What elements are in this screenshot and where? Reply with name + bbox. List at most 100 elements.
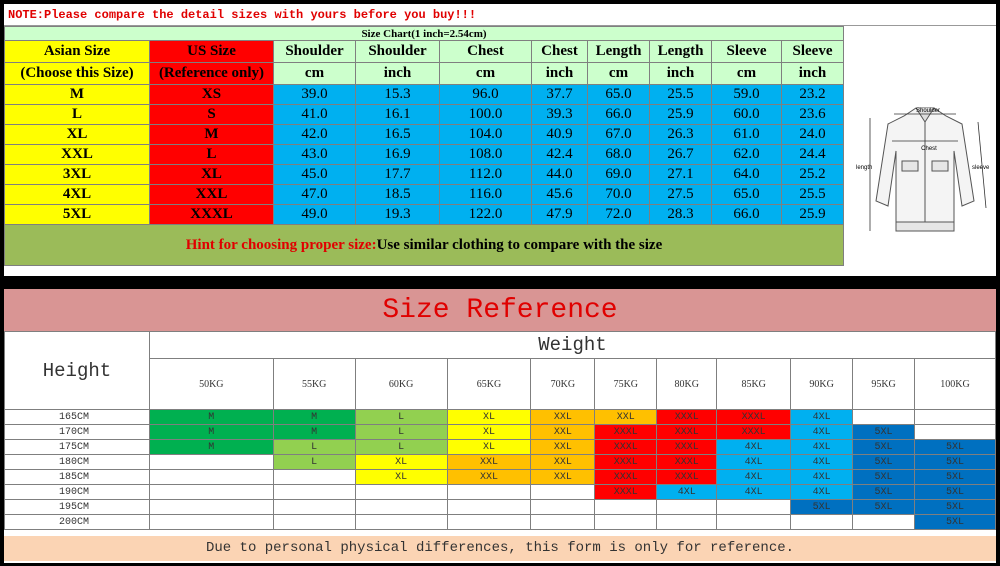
measure-value: 15.3: [355, 84, 440, 105]
measure-value: 25.9: [781, 204, 844, 225]
asian-size-subheader: (Choose this Size): [4, 62, 150, 85]
size-recommendation-cell: 5XL: [852, 469, 916, 485]
measure-value: 116.0: [439, 184, 532, 205]
us-size-header: US Size: [149, 40, 274, 63]
reference-row: 195CM 5XL 5XL 5XL: [4, 499, 996, 515]
size-chart-table: Size Chart(1 inch=2.54cm) Asian Size US Si…: [4, 26, 844, 266]
asian-size-cell: 3XL: [4, 164, 150, 185]
us-size-cell: XXL: [149, 184, 274, 205]
measure-value: 45.0: [273, 164, 356, 185]
measure-value: 43.0: [273, 144, 356, 165]
size-row: 3XL XL 45.0 17.7 112.0 44.0 69.0 27.1 64.0 25.2: [4, 164, 844, 185]
asian-size-cell: L: [4, 104, 150, 125]
size-recommendation-cell: 4XL: [716, 484, 792, 500]
asian-size-cell: M: [4, 84, 150, 105]
measure-value: 39.3: [531, 104, 588, 125]
chest-label: Chest: [921, 146, 937, 152]
weight-column-header: 100KG: [914, 358, 996, 410]
size-recommendation-cell: XXL: [530, 454, 596, 470]
size-recommendation-cell: 5XL: [852, 424, 916, 440]
measure-header: Shoulder: [273, 40, 356, 63]
note-banner: NOTE:Please compare the detail sizes wit…: [4, 4, 996, 26]
size-recommendation-cell: XXXL: [594, 424, 658, 440]
measure-value: 28.3: [649, 204, 712, 225]
measure-header: Chest: [531, 40, 588, 63]
measure-value: 65.0: [587, 84, 650, 105]
measure-value: 16.5: [355, 124, 440, 145]
measure-value: 72.0: [587, 204, 650, 225]
measure-value: 42.4: [531, 144, 588, 165]
measure-value: 66.0: [711, 204, 782, 225]
measure-value: 26.7: [649, 144, 712, 165]
size-recommendation-cell: 4XL: [656, 484, 718, 500]
size-recommendation-cell: XXXL: [594, 439, 658, 455]
size-recommendation-cell: [354, 499, 448, 515]
measure-unit: inch: [649, 62, 712, 85]
size-recommendation-cell: [354, 514, 448, 530]
measure-value: 39.0: [273, 84, 356, 105]
size-recommendation-cell: [148, 469, 274, 485]
size-recommendation-cell: XXXL: [594, 454, 658, 470]
size-row: 4XL XXL 47.0 18.5 116.0 45.6 70.0 27.5 65.0 25.5: [4, 184, 844, 205]
measure-value: 27.1: [649, 164, 712, 185]
measure-value: 24.0: [781, 124, 844, 145]
reference-row: 175CM M L L XL XXL XXXL XXXL 4XL 4XL 5XL 5XL: [4, 439, 996, 455]
hint-label: Hint for choosing proper size:: [185, 236, 377, 253]
measure-value: 122.0: [439, 204, 532, 225]
weight-column-header: 80KG: [656, 358, 718, 410]
size-recommendation-cell: XL: [354, 469, 448, 485]
measure-header: Chest: [439, 40, 532, 63]
size-recommendation-cell: XXXL: [656, 424, 718, 440]
measure-header: Length: [649, 40, 712, 63]
sleeve-label: sleeve: [972, 165, 990, 171]
size-recommendation-cell: L: [354, 439, 448, 455]
size-recommendation-cell: 4XL: [716, 469, 792, 485]
size-recommendation-cell: 4XL: [716, 439, 792, 455]
size-recommendation-cell: XXL: [594, 409, 658, 425]
size-recommendation-cell: 4XL: [790, 454, 854, 470]
weight-column-header: 75KG: [594, 358, 658, 410]
measure-value: 67.0: [587, 124, 650, 145]
size-recommendation-cell: 5XL: [914, 484, 996, 500]
size-recommendation-cell: 5XL: [852, 439, 916, 455]
length-label: length: [856, 165, 872, 171]
size-recommendation-cell: 4XL: [790, 424, 854, 440]
us-size-cell: XL: [149, 164, 274, 185]
reference-row: 170CM M M L XL XXL XXXL XXXL XXXL 4XL 5XL: [4, 424, 996, 440]
measure-value: 16.1: [355, 104, 440, 125]
size-recommendation-cell: [446, 514, 532, 530]
jacket-illustration: Shoulder Chest length sleeve: [856, 107, 990, 232]
size-reference-panel: Size Reference Height Weight 50KG 55KG 60KG 6…: [4, 289, 996, 563]
weight-column-header: 95KG: [852, 358, 916, 410]
reference-row: 200CM 5XL: [4, 514, 996, 530]
measure-unit: cm: [711, 62, 782, 85]
measure-value: 25.5: [649, 84, 712, 105]
asian-size-cell: XXL: [4, 144, 150, 165]
measure-unit: cm: [439, 62, 532, 85]
size-recommendation-cell: L: [354, 409, 448, 425]
size-recommendation-cell: XXXL: [594, 484, 658, 500]
height-cell: 185CM: [4, 469, 150, 485]
height-cell: 180CM: [4, 454, 150, 470]
size-recommendation-cell: [148, 454, 274, 470]
garment-diagram: Shoulder Chest length sleeve: [854, 26, 996, 276]
weight-column-header: 55KG: [272, 358, 356, 410]
size-recommendation-cell: 5XL: [914, 469, 996, 485]
size-recommendation-cell: 5XL: [914, 514, 996, 530]
height-cell: 200CM: [4, 514, 150, 530]
size-recommendation-cell: XXL: [446, 469, 532, 485]
size-recommendation-cell: 4XL: [790, 439, 854, 455]
size-recommendation-cell: [446, 499, 532, 515]
us-size-cell: S: [149, 104, 274, 125]
size-recommendation-cell: M: [272, 409, 356, 425]
weight-column-header: 60KG: [354, 358, 448, 410]
size-recommendation-cell: 4XL: [790, 409, 854, 425]
size-recommendation-cell: [148, 484, 274, 500]
size-recommendation-cell: [914, 424, 996, 440]
size-recommendation-cell: [530, 514, 596, 530]
size-recommendation-cell: [148, 499, 274, 515]
measure-value: 16.9: [355, 144, 440, 165]
measure-value: 42.0: [273, 124, 356, 145]
reference-row: 180CM L XL XXL XXL XXXL XXXL 4XL 4XL 5XL 5XL: [4, 454, 996, 470]
size-recommendation-cell: 5XL: [914, 499, 996, 515]
